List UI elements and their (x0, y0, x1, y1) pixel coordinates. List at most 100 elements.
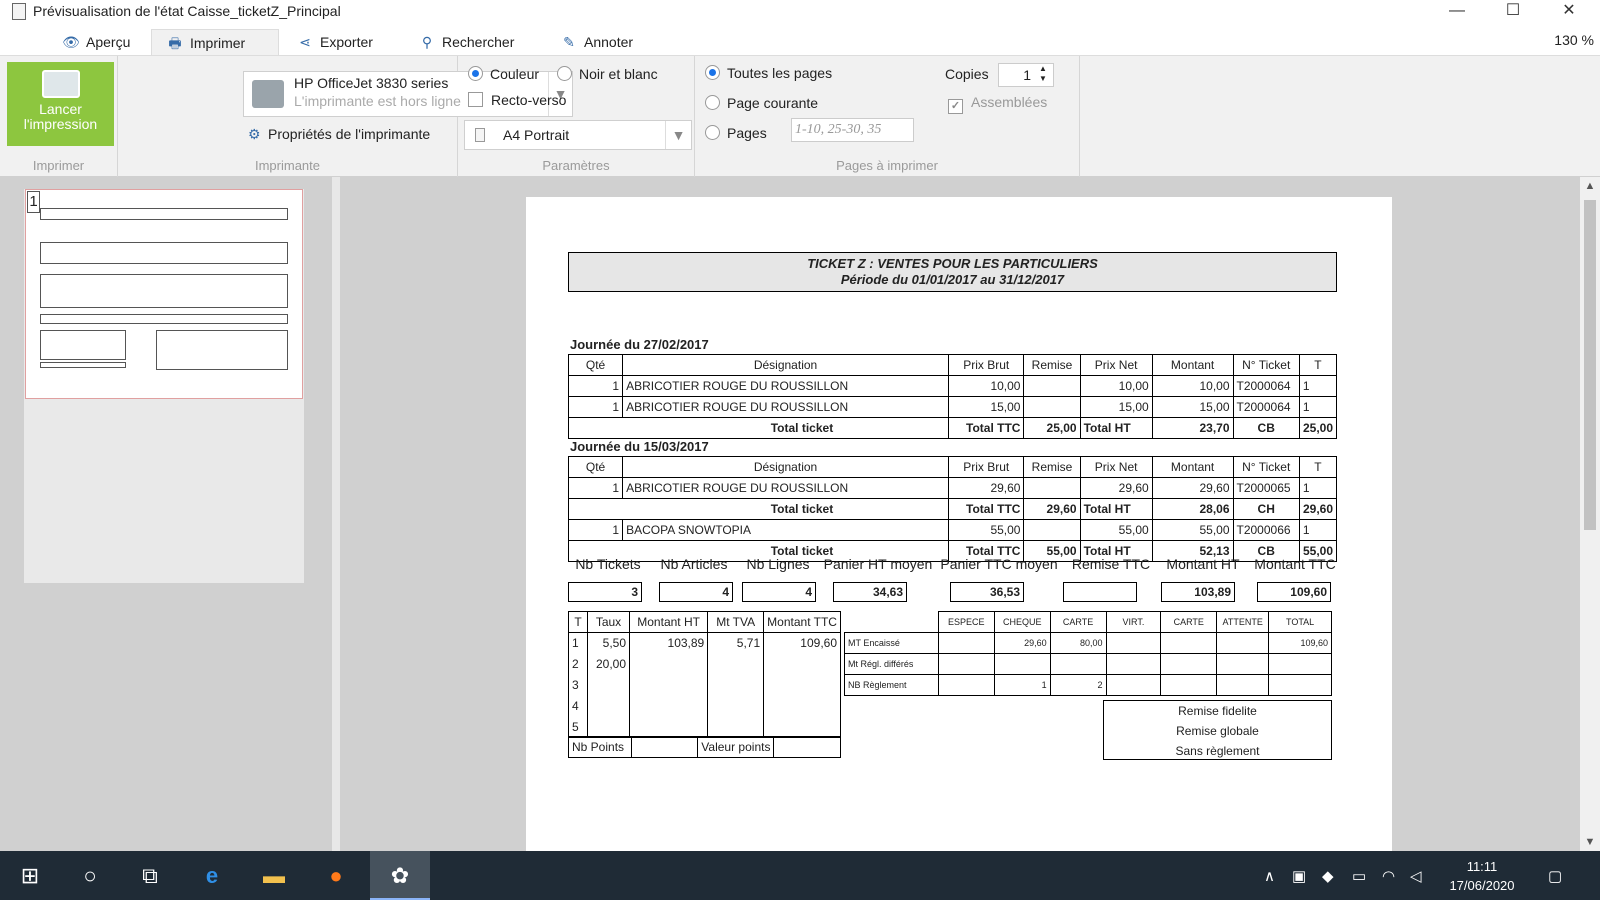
nb-points-label: Nb Points (568, 736, 632, 758)
chevron-down-icon[interactable]: ▼ (665, 121, 691, 149)
vertical-scrollbar[interactable]: ▲ ▼ (1580, 177, 1600, 851)
windows-start-icon[interactable]: ⊞ (0, 851, 60, 900)
day1-table: Qté Désignation Prix Brut Remise Prix Net Mon… (567, 354, 1338, 439)
window-title: Prévisualisation de l'état Caisse_ticket… (33, 3, 341, 19)
summary-value: 4 (659, 582, 733, 602)
checkbox-recto-verso[interactable]: Recto-verso (468, 92, 566, 108)
radio-selected-icon (705, 65, 720, 80)
battery-icon[interactable]: ▭ (1352, 867, 1366, 885)
zoom-level: 130 % (1554, 32, 1594, 48)
payments-table: ESPECE CHEQUE CARTE VIRT. CARTE ATTENTE TOTAL … (844, 611, 1332, 696)
tab-rechercher[interactable]: ⚲ Rechercher (412, 29, 520, 57)
shield-icon[interactable]: ◆ (1322, 867, 1334, 885)
spinner-arrows-icon[interactable]: ▲ ▼ (1035, 64, 1051, 86)
thumb-summary (40, 314, 288, 324)
copies-label: Copies (945, 66, 989, 82)
scroll-down-icon[interactable]: ▼ (1580, 836, 1600, 848)
day-label: Journée du 15/03/2017 (570, 439, 709, 454)
tab-exporter[interactable]: ⋖ Exporter (290, 29, 379, 57)
preview-page: TICKET Z : VENTES POUR LES PARTICULIERS … (526, 197, 1392, 851)
summary-label: Nb Tickets (575, 556, 641, 572)
close-button[interactable]: ✕ (1546, 0, 1592, 24)
checkmark-icon: ✓ (948, 99, 963, 114)
panel-splitter[interactable] (332, 177, 340, 851)
summary-label: Montant TTC (1254, 556, 1336, 572)
security-icon[interactable]: ▣ (1292, 867, 1306, 885)
document-icon (12, 3, 26, 20)
radio-pages[interactable]: Pages (705, 125, 767, 141)
report-title-box: TICKET Z : VENTES POUR LES PARTICULIERS … (568, 252, 1337, 292)
table-row: 2 20,00 (567, 653, 841, 675)
radio-all-pages[interactable]: Toutes les pages (705, 65, 832, 81)
radio-noir-blanc[interactable]: Noir et blanc (557, 66, 658, 82)
edge-icon[interactable]: e (182, 851, 242, 900)
summary-value: 3 (568, 582, 642, 602)
launch-print-button[interactable]: Lancer l'impression (7, 62, 114, 146)
scroll-thumb[interactable] (1584, 200, 1596, 530)
paper-format-select[interactable]: A4 Portrait ▼ (464, 120, 692, 150)
summary-label: Nb Lignes (746, 556, 810, 572)
chevron-up-icon[interactable]: ∧ (1264, 867, 1275, 885)
table-row: 5 (567, 716, 841, 738)
thumbnail-panel: 1 (0, 177, 332, 851)
wifi-icon[interactable]: ◠ (1382, 867, 1395, 885)
tva-table: T Taux Montant HT Mt TVA Montant TTC 1 5,50 10… (567, 611, 841, 738)
remise-fidelite-label: Remise fidelite (1178, 704, 1257, 718)
group-imprimante: HP OfficeJet 3830 series L'imprimante es… (118, 56, 573, 177)
page-icon (475, 128, 485, 142)
minimize-button[interactable]: — (1434, 0, 1480, 24)
remise-box: Remise fidelite Remise globale Sans règl… (1103, 700, 1332, 760)
table-row: 1 ABRICOTIER ROUGE DU ROUSSILLON 15,00 15,0… (567, 396, 1338, 418)
summary-value: 103,89 (1161, 582, 1235, 602)
maximize-button[interactable]: ☐ (1490, 0, 1536, 24)
printer-properties-button[interactable]: ⚙ Propriétés de l'imprimante (248, 126, 430, 143)
group-caption: Paramètres (542, 158, 610, 173)
notification-icon[interactable]: ▢ (1548, 867, 1562, 885)
pages-range-input[interactable]: 1-10, 25-30, 35 (791, 118, 914, 142)
table-header: T Taux Montant HT Mt TVA Montant TTC (567, 611, 841, 633)
table-row: 3 (567, 674, 841, 696)
scroll-up-icon[interactable]: ▲ (1580, 180, 1600, 192)
printer-icon (252, 80, 284, 108)
task-view-icon[interactable]: ⧉ (120, 851, 180, 900)
group-caption: Imprimer (32, 158, 85, 173)
table-row: NB Règlement 1 2 (844, 674, 1332, 696)
printer-name: HP OfficeJet 3830 series (294, 75, 449, 91)
day2-table: Qté Désignation Prix Brut Remise Prix Net Mon… (567, 456, 1338, 562)
search-circle-icon[interactable]: ○ (60, 851, 120, 900)
table-row: MT Encaissé 29,60 80,00 109,60 (844, 632, 1332, 654)
file-explorer-icon[interactable]: ▬ (244, 851, 304, 900)
group-pages: Toutes les pages Page courante Pages 1-1… (695, 56, 1080, 177)
settings-sliders-icon: ⚙ (248, 126, 261, 142)
summary-label: Panier HT moyen (823, 556, 933, 572)
summary-value: 109,60 (1257, 582, 1331, 602)
app-icon[interactable]: ✿ (370, 851, 430, 900)
table-header: Qté Désignation Prix Brut Remise Prix Net Mon… (567, 456, 1338, 478)
volume-mute-icon[interactable]: ◁ (1410, 867, 1422, 885)
thumb-title-box (40, 208, 288, 220)
thumb-points (40, 362, 126, 368)
preview-area: TICKET Z : VENTES POUR LES PARTICULIERS … (340, 177, 1580, 851)
clock[interactable]: 11:11 17/06/2020 (1432, 857, 1532, 895)
table-row: 1 BACOPA SNOWTOPIA 55,00 55,00 55,00 T2000066… (567, 519, 1338, 541)
share-icon: ⋖ (299, 34, 311, 50)
tab-apercu[interactable]: 👁 Aperçu (54, 29, 138, 57)
tab-imprimer[interactable]: 🖶 Imprimer (151, 29, 279, 57)
summary-value: 4 (742, 582, 816, 602)
copies-stepper[interactable]: 1 ▲ ▼ (998, 63, 1054, 87)
valeur-points-label: Valeur points (697, 736, 775, 758)
day-label: Journée du 27/02/2017 (570, 337, 709, 352)
points-table: Nb Points Valeur points (568, 736, 841, 758)
page-thumbnail[interactable]: 1 (25, 189, 303, 399)
thumbnail-page-number: 1 (27, 191, 40, 213)
group-caption: Pages à imprimer (836, 158, 938, 173)
tab-annoter[interactable]: ✎ Annoter (554, 29, 639, 57)
remise-globale-label: Remise globale (1176, 724, 1259, 738)
radio-current-page[interactable]: Page courante (705, 95, 818, 111)
firefox-icon[interactable]: ● (306, 851, 366, 900)
summary-label: Panier TTC moyen (940, 556, 1058, 572)
checkbox-assemblees[interactable]: ✓ Assemblées (948, 94, 1047, 114)
radio-icon (705, 95, 720, 110)
radio-couleur[interactable]: Couleur (468, 66, 539, 82)
thumb-table (40, 242, 288, 264)
